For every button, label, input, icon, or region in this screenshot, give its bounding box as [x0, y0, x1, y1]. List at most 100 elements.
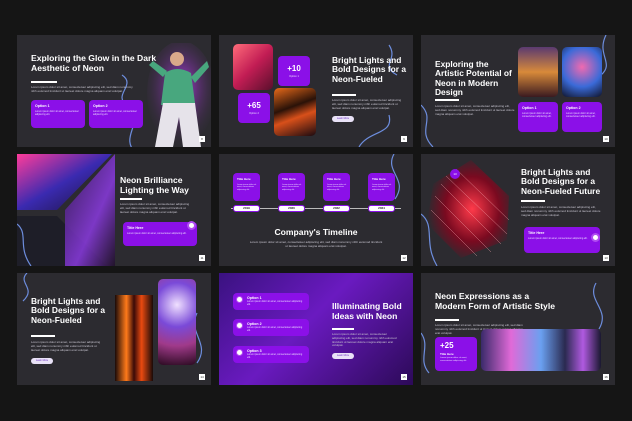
option-icon	[236, 349, 243, 356]
body-text: Lorem ipsum dolor sit amet, consectetuer…	[31, 340, 101, 352]
stat-value: +65	[247, 101, 261, 110]
title-underline	[31, 335, 55, 337]
page-number: 12	[401, 255, 407, 261]
timeline-item: Title Here Lorem ipsum dolor sit amet, co…	[278, 173, 305, 201]
title-underline	[435, 99, 459, 101]
slide-title: Exploring the Artistic Potential of Neon…	[435, 59, 512, 98]
neon-ceiling-photo	[274, 88, 316, 136]
page-badge: 13	[450, 169, 460, 179]
slide-9[interactable]: Neon Expressions as a Modern Form of Art…	[421, 273, 615, 385]
star-icon	[187, 221, 196, 230]
timeline-label: Title Here	[372, 177, 386, 181]
slide-7[interactable]: Bright Lights and Bold Designs for a Neo…	[17, 273, 211, 385]
year-pill: 2024	[368, 205, 395, 212]
learn-more-button[interactable]: Learn More	[31, 358, 53, 364]
option-2-box: Option 2 Lorem ipsum dolor sit amet, cons…	[562, 102, 602, 132]
city-street-photo	[518, 47, 558, 97]
timeline-item: Title Here Lorem ipsum dolor sit amet, co…	[323, 173, 350, 201]
title-box: Title Here Lorem ipsum dolor sit amet, c…	[123, 222, 197, 246]
option-label: Option 2	[93, 104, 108, 108]
option-label: Option 2	[566, 106, 581, 110]
slide-title: Bright Lights and Bold Designs for a Neo…	[332, 55, 406, 84]
page-number: 16	[603, 374, 609, 380]
slide-1[interactable]: Exploring the Glow in the Dark Aesthetic…	[17, 35, 211, 147]
body-text: Lorem ipsum dolor sit amet, consectetuer…	[31, 85, 133, 93]
box-title: Title Here	[127, 226, 144, 230]
learn-more-button[interactable]: Learn More	[332, 353, 354, 359]
option-2-box: Option 2 Lorem ipsum dolor sit amet, cons…	[233, 319, 309, 336]
title-underline	[120, 198, 142, 200]
person-photo	[147, 41, 211, 147]
neon-hand-photo	[158, 279, 196, 365]
year-pill: 2019	[233, 205, 260, 212]
slide-2[interactable]: +10 Option 1 +65 Option 2 Bright Lights …	[219, 35, 413, 147]
page-number: 14	[199, 374, 205, 380]
option-label: Option 1	[522, 106, 537, 110]
slide-title: Illuminating Bold Ideas with Neon	[332, 301, 402, 321]
slide-title: Bright Lights and Bold Designs for a Neo…	[31, 296, 105, 325]
option-text: Lorem ipsum dolor sit amet, consectetuer…	[522, 112, 552, 118]
timeline-text: Lorem ipsum dolor sit amet, consectetuer…	[282, 184, 302, 191]
neon-portrait-photo	[562, 47, 602, 97]
title-underline	[521, 200, 545, 202]
page-number: 11	[199, 255, 205, 261]
neon-grid-photo	[421, 160, 510, 266]
timeline-label: Title Here	[237, 177, 251, 181]
year-pill: 2020	[278, 205, 305, 212]
timeline-label: Title Here	[282, 177, 296, 181]
slide-4[interactable]: Neon Brilliance Lighting the Way Lorem i…	[17, 154, 211, 266]
stat-label: Option 1	[289, 75, 299, 78]
option-text: Lorem ipsum dolor sit amet, consectetuer…	[93, 110, 137, 116]
timeline-item: Title Here Lorem ipsum dolor sit amet, co…	[233, 173, 260, 201]
title-box: Title Here Lorem ipsum dolor sit amet, c…	[524, 227, 600, 253]
body-text: Lorem ipsum dolor sit amet, consectetuer…	[249, 240, 383, 248]
option-label: Option 1	[35, 104, 50, 108]
neon-corridor-photo	[233, 44, 273, 90]
option-text: Lorem ipsum dolor sit amet, consectetuer…	[247, 326, 303, 332]
box-title: Title Here	[528, 231, 545, 235]
stat-box: +25 Title Here Lorem ipsum dolor sit ame…	[435, 337, 477, 371]
title-underline	[31, 81, 57, 83]
timeline-label: Title Here	[327, 177, 341, 181]
title-underline	[435, 319, 459, 321]
option-icon	[236, 296, 243, 303]
body-text: Lorem ipsum dolor sit amet, consectetuer…	[521, 205, 601, 217]
option-3-box: Option 3 Lorem ipsum dolor sit amet, cons…	[233, 346, 309, 363]
slide-5[interactable]: Title Here Lorem ipsum dolor sit amet, co…	[219, 154, 413, 266]
slide-title: Bright Lights and Bold Designs for a Neo…	[521, 167, 601, 196]
slide-title: Neon Brilliance Lighting the Way	[120, 175, 189, 195]
title-underline	[332, 328, 354, 330]
neon-tubes-photo	[115, 295, 153, 381]
timeline-text: Lorem ipsum dolor sit amet, consectetuer…	[372, 184, 392, 191]
stat-box-1: +10 Option 1	[278, 56, 310, 86]
body-text: Lorem ipsum dolor sit amet, consectetuer…	[435, 104, 515, 116]
slide-8[interactable]: Option 1 Lorem ipsum dolor sit amet, cons…	[219, 273, 413, 385]
stat-text: Lorem ipsum dolor sit amet, consectetuer…	[440, 357, 467, 362]
learn-more-button[interactable]: Learn More	[332, 116, 354, 122]
page-number: 9	[401, 136, 407, 142]
stat-box-2: +65 Option 2	[238, 93, 270, 123]
option-text: Lorem ipsum dolor sit amet, consectetuer…	[35, 110, 79, 116]
page-number: 15	[401, 374, 407, 380]
slide-3[interactable]: Exploring the Artistic Potential of Neon…	[421, 35, 615, 147]
page-number: 10	[603, 136, 609, 142]
option-text: Lorem ipsum dolor sit amet, consectetuer…	[247, 300, 303, 306]
option-1-box: Option 1 Lorem ipsum dolor sit amet, cons…	[233, 293, 309, 310]
year-pill: 2022	[323, 205, 350, 212]
timeline-text: Lorem ipsum dolor sit amet, consectetuer…	[237, 184, 257, 191]
timeline-item: Title Here Lorem ipsum dolor sit amet, co…	[368, 173, 395, 201]
option-icon	[236, 322, 243, 329]
box-text: Lorem ipsum dolor sit amet, consectetuer…	[528, 237, 588, 240]
box-text: Lorem ipsum dolor sit amet, consectetuer…	[127, 232, 187, 235]
slide-6[interactable]: 13 Bright Lights and Bold Designs for a …	[421, 154, 615, 266]
body-text: Lorem ipsum dolor sit amet, consectetuer…	[332, 332, 397, 348]
stat-label: Option 2	[249, 112, 259, 115]
slide-title: Exploring the Glow in the Dark Aesthetic…	[31, 53, 157, 73]
slide-title: Company's Timeline	[274, 227, 358, 237]
body-text: Lorem ipsum dolor sit amet, consectetuer…	[120, 202, 190, 214]
option-1-box: Option 1 Lorem ipsum dolor sit amet, cons…	[518, 102, 558, 132]
option-2-box: Option 2 Lorem ipsum dolor sit amet, cons…	[89, 100, 143, 128]
slide-title: Neon Expressions as a Modern Form of Art…	[435, 291, 556, 311]
option-text: Lorem ipsum dolor sit amet, consectetuer…	[247, 353, 303, 359]
page-number: 8	[199, 136, 205, 142]
